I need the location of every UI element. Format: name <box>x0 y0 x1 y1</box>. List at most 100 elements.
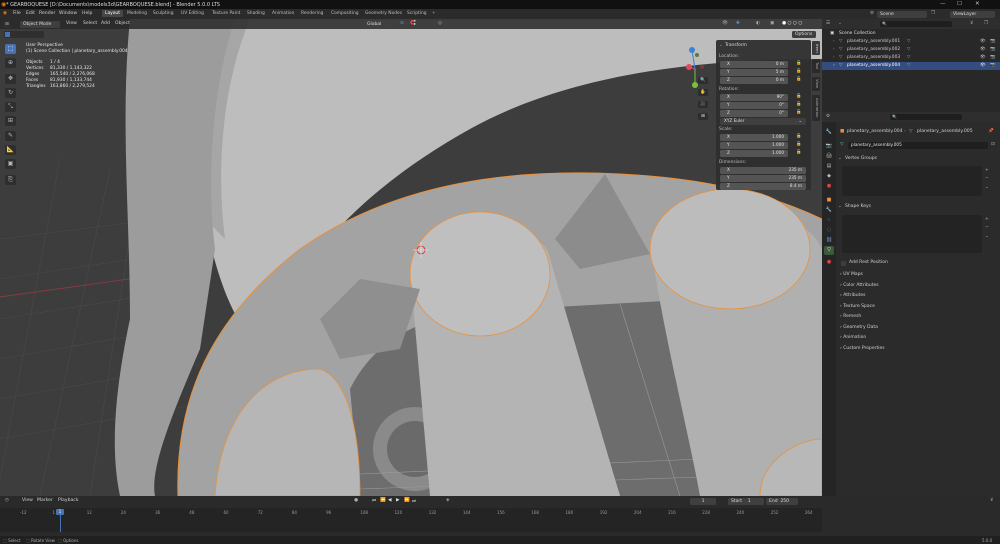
minimize-button[interactable]: — <box>940 1 946 7</box>
add-workspace-button[interactable]: + <box>432 11 436 16</box>
scale-x-field[interactable]: X 1.000 <box>720 134 788 141</box>
blender-menu-icon[interactable]: ◉ <box>3 11 7 16</box>
expand-chevron-icon[interactable]: › <box>833 62 835 70</box>
sidebar-tab-tool[interactable]: Tool <box>812 59 820 73</box>
properties-search-input[interactable] <box>890 114 962 120</box>
mesh-data-icon[interactable]: ▽ <box>907 54 910 62</box>
shape-keys-header[interactable]: Shape Keys <box>845 204 871 209</box>
fake-user-icon[interactable]: ⊡ <box>991 142 995 147</box>
outliner-row-scene-collection[interactable]: ▣ Scene Collection <box>822 30 1000 38</box>
section-animation[interactable]: › Animation <box>840 335 866 340</box>
timeline-type-icon[interactable]: ◷ <box>5 498 9 503</box>
move-tool-icon[interactable]: ✥ <box>5 74 16 84</box>
maximize-button[interactable]: ☐ <box>957 1 962 7</box>
tab-animation[interactable]: Animation <box>272 11 294 16</box>
tab-shading[interactable]: Shading <box>247 11 265 16</box>
add-vertex-group-button[interactable]: + <box>985 168 989 173</box>
vertex-groups-header[interactable]: Vertex Groups <box>845 156 877 161</box>
tab-texture-paint[interactable]: Texture Paint <box>212 11 240 16</box>
visibility-icon[interactable]: 👁 <box>980 62 986 70</box>
mode-selector[interactable]: Object Mode <box>20 20 60 28</box>
timeline-menu-marker[interactable]: Marker <box>37 498 53 503</box>
tool-tab-icon[interactable]: 🔧 <box>824 128 834 137</box>
world-tab-icon[interactable]: ● <box>824 182 834 191</box>
lock-icon[interactable]: 🔓 <box>796 142 801 147</box>
section-uv-maps[interactable]: › UV Maps <box>840 272 863 277</box>
tab-scripting[interactable]: Scripting <box>407 11 427 16</box>
outliner-row[interactable]: › ▽ planetary_assembly.001 ▽ 👁 📷 <box>822 38 1000 46</box>
dimensions-y-field[interactable]: Y 235 m <box>720 175 806 182</box>
filter-icon[interactable]: ⊻ <box>990 498 993 503</box>
output-tab-icon[interactable]: 🖨 <box>824 152 834 161</box>
add-cube-tool-icon[interactable]: ▣ <box>5 159 16 169</box>
jump-keyframe-back-icon[interactable]: ⏪ <box>380 498 386 503</box>
viewport-menu-add[interactable]: Add <box>101 21 110 26</box>
render-camera-icon[interactable]: 📷 <box>990 54 995 62</box>
lock-icon[interactable]: 🔓 <box>796 134 801 139</box>
auto-key-icon[interactable]: ● <box>354 498 358 503</box>
zoom-icon[interactable]: 🔍 <box>698 77 708 84</box>
options-button[interactable]: Options <box>792 31 816 38</box>
render-camera-icon[interactable]: 📷 <box>990 46 995 54</box>
lock-icon[interactable]: 🔓 <box>796 150 801 155</box>
navigation-gizmo[interactable] <box>680 45 716 93</box>
lock-icon[interactable]: 🔓 <box>796 69 801 74</box>
tab-uv-editing[interactable]: UV Editing <box>181 11 204 16</box>
play-reverse-icon[interactable]: ◀ <box>388 498 392 503</box>
keying-icon[interactable]: ◈ <box>446 498 450 503</box>
tab-layout[interactable]: Layout <box>102 10 123 17</box>
view-layer-selector[interactable]: ViewLayer <box>950 10 995 18</box>
selection-mode-toggles[interactable] <box>4 31 44 38</box>
transform-tool-icon[interactable]: ⊞ <box>5 116 16 126</box>
visibility-icon[interactable]: 👁 <box>980 46 986 54</box>
new-scene-icon[interactable]: ❐ <box>931 11 935 16</box>
visibility-icon[interactable]: 👁 <box>722 21 728 26</box>
visibility-icon[interactable]: 👁 <box>980 54 986 62</box>
section-remesh[interactable]: › Remesh <box>840 314 861 319</box>
snap-icon[interactable]: 🧲 <box>410 21 416 26</box>
viewport-menu-object[interactable]: Object <box>115 21 130 26</box>
solid-shading-icon[interactable]: ● ○ ○ ○ <box>782 21 802 26</box>
proportional-edit-icon[interactable]: ◎ <box>438 21 442 26</box>
play-icon[interactable]: ▶ <box>396 498 400 503</box>
dimensions-z-field[interactable]: Z 8.4 m <box>720 183 806 190</box>
section-geometry-data[interactable]: › Geometry Data <box>840 325 878 330</box>
rotation-y-field[interactable]: Y 0° <box>720 102 788 109</box>
location-y-field[interactable]: Y5 m <box>720 69 788 76</box>
new-collection-icon[interactable]: ❐ <box>984 21 988 26</box>
xray-icon[interactable]: ▣ <box>770 21 774 26</box>
outliner-row[interactable]: › ▽ planetary_assembly.003 ▽ 👁 📷 <box>822 54 1000 62</box>
select-new-icon[interactable] <box>5 32 10 37</box>
expand-chevron-icon[interactable]: › <box>833 54 835 62</box>
outliner-row-selected[interactable]: › ▽ planetary_assembly.004 ▽ 👁 📷 <box>822 62 1000 70</box>
add-shape-key-button[interactable]: + <box>985 217 989 222</box>
constraints-tab-icon[interactable]: ⛓ <box>824 236 834 245</box>
section-color-attributes[interactable]: › Color Attributes <box>840 283 879 288</box>
scale-z-field[interactable]: Z 1.000 <box>720 150 788 157</box>
lock-icon[interactable]: 🔓 <box>796 94 801 99</box>
current-frame-field[interactable]: 1 <box>690 498 716 505</box>
lock-icon[interactable]: 🔓 <box>796 77 801 82</box>
rotation-x-field[interactable]: X 90° <box>720 94 788 101</box>
jump-start-icon[interactable]: ⏮ <box>372 498 376 504</box>
location-z-field[interactable]: Z0 m <box>720 77 788 84</box>
transform-header[interactable]: Transform <box>725 43 747 48</box>
remove-vertex-group-button[interactable]: − <box>985 176 989 181</box>
editor-type-icon[interactable]: ⊞ <box>3 20 11 28</box>
end-frame-field[interactable]: End 250 <box>766 498 798 505</box>
object-tab-icon[interactable]: ■ <box>824 196 834 205</box>
section-custom-properties[interactable]: › Custom Properties <box>840 346 885 351</box>
sidebar-tab-animation[interactable]: Animation <box>812 95 820 121</box>
mesh-data-icon[interactable]: ▽ <box>907 38 910 46</box>
shape-key-menu-icon[interactable]: ⌄ <box>985 234 989 239</box>
camera-tool-icon[interactable]: ⎘ <box>5 175 16 185</box>
ortho-toggle-icon[interactable]: ⊞ <box>698 113 708 120</box>
sidebar-tab-item[interactable]: Item <box>812 41 820 55</box>
pivot-icon[interactable]: ⊙ <box>400 21 404 26</box>
annotate-tool-icon[interactable]: ✎ <box>5 131 16 141</box>
lock-icon[interactable]: 🔓 <box>796 110 801 115</box>
remove-shape-key-button[interactable]: − <box>985 225 989 230</box>
data-tab-icon[interactable]: ▽ <box>824 246 834 255</box>
gizmo-icon[interactable]: ✥ <box>736 21 740 26</box>
menu-render[interactable]: Render <box>39 11 55 16</box>
